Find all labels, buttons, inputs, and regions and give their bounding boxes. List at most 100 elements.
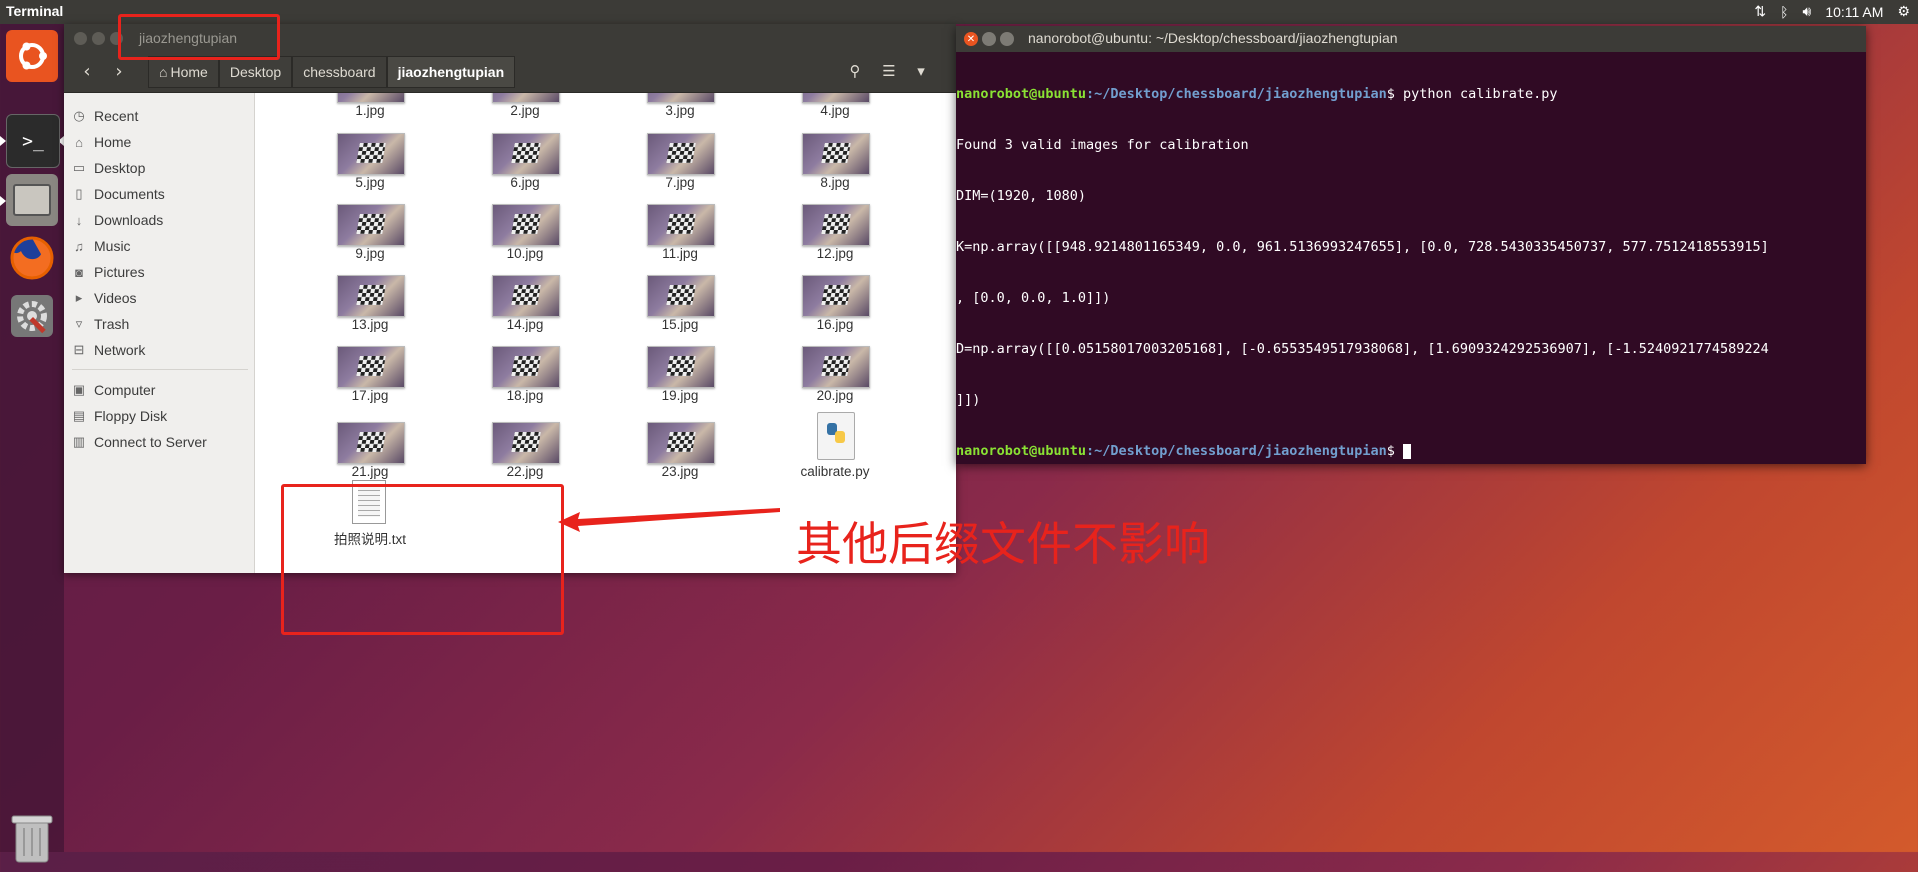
minimize-icon[interactable] [982, 32, 996, 46]
file-item[interactable]: 8.jpg [765, 133, 895, 203]
image-thumbnail-icon [337, 346, 405, 388]
image-thumbnail-icon [492, 133, 560, 175]
sidebar-item-desktop[interactable]: ▭ Desktop [64, 155, 254, 181]
file-item[interactable]: calibrate.py [765, 412, 895, 492]
close-icon[interactable]: ✕ [964, 32, 978, 46]
firefox-icon[interactable] [6, 232, 58, 284]
sidebar-item-downloads[interactable]: ↓ Downloads [64, 207, 254, 233]
breadcrumb-jiaozhengtupian[interactable]: jiaozhengtupian [386, 56, 516, 88]
sidebar-item-trash[interactable]: ▿ Trash [64, 311, 254, 337]
file-name: calibrate.py [800, 464, 870, 479]
chessboard-pattern [666, 356, 696, 376]
file-name: 14.jpg [506, 317, 544, 332]
file-item[interactable]: 6.jpg [455, 133, 585, 203]
sidebar-item-videos[interactable]: ▸ Videos [64, 285, 254, 311]
network-icon[interactable]: ⇅ [1754, 3, 1766, 20]
download-icon: ↓ [75, 212, 83, 228]
chessboard-pattern [511, 214, 541, 234]
computer-icon: ▣ [72, 382, 86, 397]
image-thumbnail-icon [647, 93, 715, 103]
chessboard-pattern [821, 356, 851, 376]
breadcrumb-chessboard[interactable]: chessboard [292, 56, 387, 88]
terminal-icon[interactable]: >_ [6, 114, 60, 168]
sidebar-item-network[interactable]: ⊟ Network [64, 337, 254, 363]
image-thumbnail-icon [802, 346, 870, 388]
image-thumbnail-icon [492, 346, 560, 388]
file-item[interactable]: 11.jpg [610, 204, 740, 274]
image-thumbnail-icon [647, 133, 715, 175]
sidebar-item-pictures[interactable]: ◙ Pictures [64, 259, 254, 285]
file-item[interactable]: 5.jpg [300, 133, 430, 203]
file-item[interactable]: 23.jpg [610, 422, 740, 492]
clock[interactable]: 10:11 AM [1825, 4, 1883, 20]
file-name: 23.jpg [661, 464, 699, 479]
file-item[interactable]: 20.jpg [765, 346, 895, 416]
view-options-icon[interactable]: ▾ [906, 56, 936, 86]
files-icon[interactable] [6, 174, 58, 226]
chessboard-pattern [511, 432, 541, 452]
forward-button[interactable]: › [104, 56, 134, 86]
search-icon[interactable]: ⚲ [840, 56, 870, 86]
file-item[interactable]: 7.jpg [610, 133, 740, 203]
breadcrumb-desktop[interactable]: Desktop [218, 56, 293, 88]
image-thumbnail-icon [337, 93, 405, 103]
chessboard-pattern [821, 214, 851, 234]
file-item[interactable]: 14.jpg [455, 275, 585, 345]
back-button[interactable]: ‹ [72, 56, 102, 86]
file-item[interactable]: 10.jpg [455, 204, 585, 274]
file-item[interactable]: 13.jpg [300, 275, 430, 345]
sidebar-item-documents[interactable]: ▯ Documents [64, 181, 254, 207]
image-thumbnail-icon [492, 422, 560, 464]
chessboard-pattern [821, 285, 851, 305]
sidebar-item-connect-to-server[interactable]: ▥ Connect to Server [64, 429, 254, 455]
file-name: 22.jpg [506, 464, 544, 479]
bluetooth-icon[interactable]: ᛒ [1780, 4, 1788, 20]
network-icon: ⊟ [73, 342, 85, 357]
terminal-output-line: K=np.array([[948.9214801165349, 0.0, 961… [956, 239, 1769, 255]
music-icon: ♫ [74, 238, 84, 254]
chessboard-pattern [666, 143, 696, 163]
maximize-icon[interactable] [1000, 32, 1014, 46]
sidebar-item-music[interactable]: ♫ Music [64, 233, 254, 259]
disk-icon: ▤ [72, 408, 86, 423]
file-item[interactable]: 3.jpg [610, 93, 740, 131]
file-item[interactable]: 1.jpg [300, 93, 430, 131]
sidebar-item-computer[interactable]: ▣ Computer [64, 377, 254, 403]
volume-icon[interactable]: 🔊︎ [1802, 3, 1811, 20]
chessboard-pattern [666, 285, 696, 305]
settings-icon[interactable] [6, 290, 58, 342]
terminal-output[interactable]: nanorobot@ubuntu:~/Desktop/chessboard/ji… [956, 52, 1866, 464]
file-item[interactable]: 17.jpg [300, 346, 430, 416]
sidebar-item-home[interactable]: ⌂ Home [64, 129, 254, 155]
file-item[interactable]: 19.jpg [610, 346, 740, 416]
settings-gear-icon[interactable]: ⚙ [1897, 3, 1910, 20]
file-item[interactable]: 16.jpg [765, 275, 895, 345]
trash-icon[interactable] [8, 812, 56, 868]
places-sidebar: ◷ Recent ⌂ Home ▭ Desktop ▯ Documents ↓ Downl… [64, 93, 255, 573]
image-thumbnail-icon [647, 346, 715, 388]
camera-icon: ◙ [75, 264, 83, 280]
terminal-titlebar[interactable]: ✕ nanorobot@ubuntu: ~/Desktop/chessboard… [956, 26, 1866, 52]
home-icon: ⌂ [75, 134, 83, 150]
sidebar-item-floppy-disk[interactable]: ▤ Floppy Disk [64, 403, 254, 429]
file-name: 8.jpg [820, 175, 850, 190]
file-item[interactable]: 15.jpg [610, 275, 740, 345]
breadcrumb-home[interactable]: ⌂ Home [148, 56, 219, 88]
chessboard-pattern [511, 143, 541, 163]
server-icon: ▥ [72, 434, 86, 449]
file-item[interactable]: 2.jpg [455, 93, 585, 131]
list-view-icon[interactable]: ☰ [874, 56, 904, 86]
minimize-icon[interactable] [92, 32, 105, 45]
sidebar-item-recent[interactable]: ◷ Recent [64, 103, 254, 129]
file-item[interactable]: 4.jpg [765, 93, 895, 131]
ubuntu-logo-icon[interactable] [6, 30, 58, 82]
close-icon[interactable] [74, 32, 87, 45]
file-name: 18.jpg [506, 388, 544, 403]
file-name: 20.jpg [816, 388, 854, 403]
file-item[interactable]: 12.jpg [765, 204, 895, 274]
file-item[interactable]: 18.jpg [455, 346, 585, 416]
file-item[interactable]: 9.jpg [300, 204, 430, 274]
image-thumbnail-icon [337, 204, 405, 246]
file-item[interactable]: 22.jpg [455, 422, 585, 492]
file-name: 16.jpg [816, 317, 854, 332]
